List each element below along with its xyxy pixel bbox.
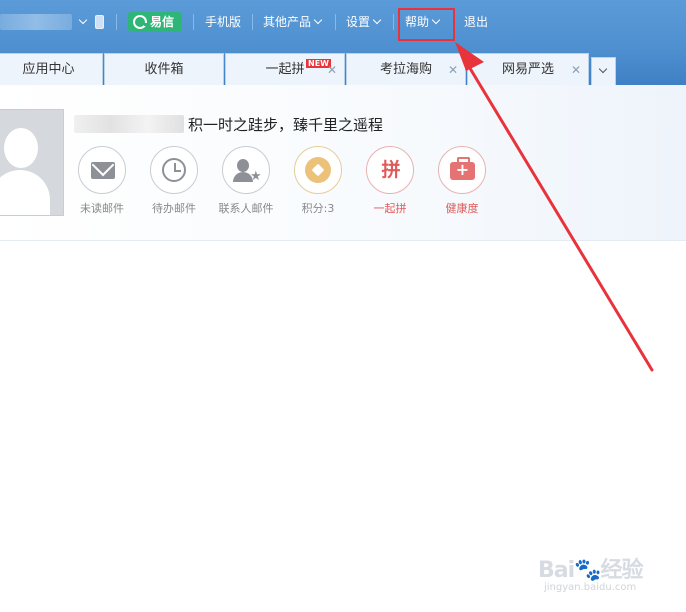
shortcut-label: 待办邮件 — [152, 202, 196, 215]
avatar-head-icon — [4, 128, 38, 168]
settings-label: 设置 — [346, 15, 371, 29]
account-name-blurred[interactable] — [0, 14, 72, 30]
shortcut-circle — [78, 146, 126, 194]
shortcut-health[interactable]: 健康度 — [424, 146, 500, 216]
tab-label: 应用中心 — [22, 62, 75, 77]
watermark-sub: jingyan.baidu.com — [544, 582, 637, 593]
shortcut-circle: ★ — [222, 146, 270, 194]
envelope-icon — [91, 162, 115, 179]
divider — [393, 14, 394, 30]
shortcut-label: 积分:3 — [301, 202, 335, 215]
divider — [335, 14, 336, 30]
points-coin-icon — [305, 157, 331, 183]
tab-label: 网易严选 — [501, 62, 554, 77]
welcome-motto: 积一时之跬步，臻千里之遥程 — [188, 116, 384, 134]
other-products-label: 其他产品 — [263, 15, 312, 29]
mobile-version-link[interactable]: 手机版 — [205, 14, 241, 30]
divider — [193, 14, 194, 30]
close-icon[interactable]: ✕ — [327, 54, 337, 86]
yixin-button[interactable]: 易信 — [128, 12, 182, 32]
shortcut-circle — [294, 146, 342, 194]
yixin-label: 易信 — [150, 15, 175, 29]
tab-label: 考拉海购 — [379, 62, 432, 77]
clock-icon — [162, 158, 186, 182]
tab-app-center[interactable]: 应用中心 — [0, 53, 103, 85]
shortcut-circle — [150, 146, 198, 194]
tab-kaola[interactable]: 考拉海购 ✕ — [346, 53, 466, 85]
tab-label: 收件箱 — [144, 62, 184, 77]
shortcut-contact-mail[interactable]: ★ 联系人邮件 — [208, 146, 284, 216]
close-icon[interactable]: ✕ — [571, 54, 581, 86]
shortcut-circle: 拼 — [366, 146, 414, 194]
yixin-logo-icon — [133, 15, 149, 29]
star-icon: ★ — [250, 169, 262, 184]
shortcut-todo-mail[interactable]: 待办邮件 — [136, 146, 212, 216]
settings-menu[interactable]: 设置 — [346, 14, 382, 30]
shortcut-label: 联系人邮件 — [218, 202, 274, 215]
close-icon[interactable]: ✕ — [448, 54, 458, 86]
tab-yiqipin[interactable]: 一起拼 NEW ✕ — [225, 53, 345, 85]
username-blurred — [74, 115, 184, 133]
health-kit-icon — [450, 157, 475, 180]
help-highlight-box — [398, 8, 455, 41]
shortcut-points[interactable]: 积分:3 — [280, 146, 356, 216]
account-dropdown-chevron-icon[interactable] — [78, 15, 88, 25]
avatar[interactable] — [0, 109, 64, 216]
watermark-main: Bai🐾经验 — [538, 558, 644, 583]
chevron-down-icon — [372, 15, 382, 25]
chevron-down-icon — [313, 15, 323, 25]
contact-icon — [237, 159, 249, 172]
baidu-jingyan-watermark: Bai🐾经验 jingyan.baidu.com — [538, 552, 678, 602]
tab-yanxuan[interactable]: 网易严选 ✕ — [467, 53, 589, 85]
more-tabs-button[interactable] — [591, 57, 616, 85]
chevron-down-icon — [598, 64, 608, 74]
tab-inbox[interactable]: 收件箱 — [104, 53, 224, 85]
top-navigation-bar: 易信 手机版 其他产品 设置 帮助 退出 — [0, 0, 686, 50]
shortcut-unread-mail[interactable]: 未读邮件 — [64, 146, 140, 216]
shortcut-label: 未读邮件 — [80, 202, 124, 215]
shortcut-yiqipin[interactable]: 拼 一起拼 — [352, 146, 428, 216]
shortcut-circle — [438, 146, 486, 194]
main-content: 积一时之跬步，臻千里之遥程 未读邮件 待办邮件 ★ 联系人邮件 积分:3 拼 一… — [0, 85, 686, 612]
welcome-panel: 积一时之跬步，臻千里之遥程 未读邮件 待办邮件 ★ 联系人邮件 积分:3 拼 一… — [0, 85, 686, 241]
divider — [116, 14, 117, 30]
tab-label: 一起拼 — [265, 62, 305, 77]
phone-icon[interactable] — [95, 15, 104, 29]
tab-bar: 应用中心 收件箱 一起拼 NEW ✕ 考拉海购 ✕ 网易严选 ✕ — [0, 50, 686, 85]
avatar-body-icon — [0, 170, 50, 215]
divider — [252, 14, 253, 30]
shortcut-label: 健康度 — [445, 202, 479, 215]
shortcut-label: 一起拼 — [373, 202, 407, 215]
pin-icon: 拼 — [381, 159, 401, 181]
logout-link[interactable]: 退出 — [464, 14, 488, 30]
other-products-menu[interactable]: 其他产品 — [263, 14, 323, 30]
